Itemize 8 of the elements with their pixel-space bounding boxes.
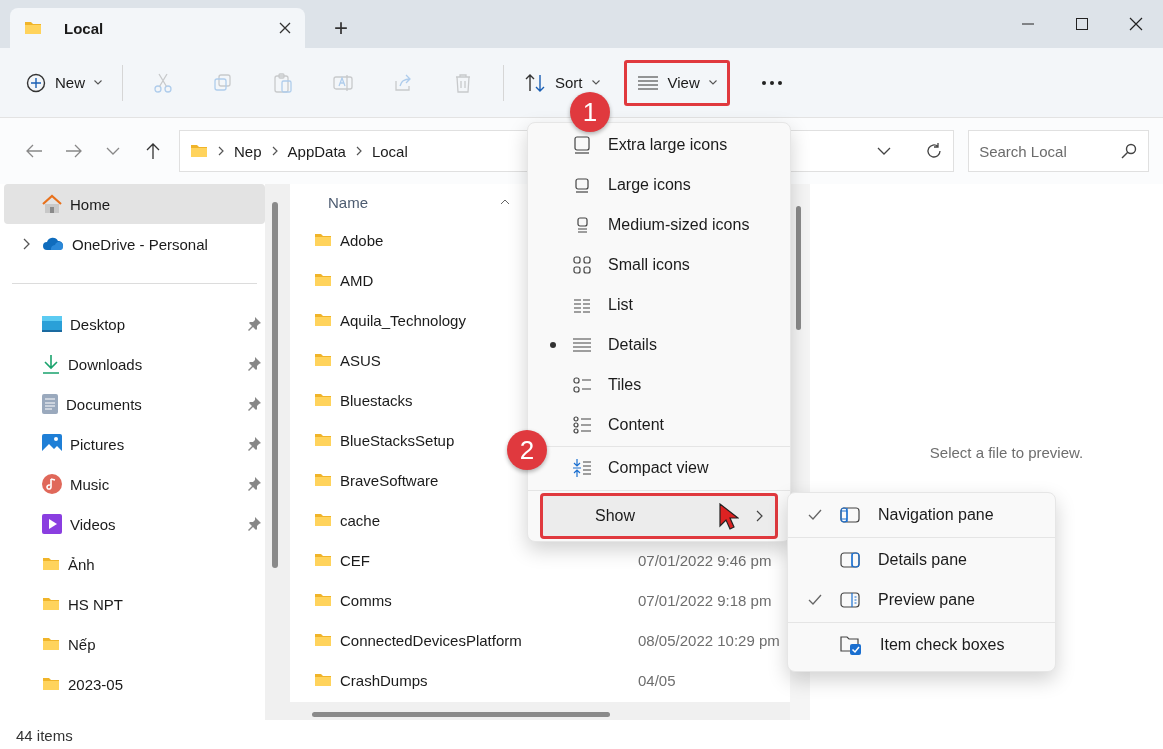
item-count: 44 items: [16, 726, 73, 744]
date-cell: 07/01/2022 9:18 pm: [638, 591, 772, 609]
preview-message: Select a file to preview.: [929, 443, 1084, 461]
step-badge: 2: [507, 430, 547, 470]
tab-title: Local: [64, 19, 105, 37]
date-cell: 08/05/2022 10:29 pm: [638, 631, 780, 649]
date-cell: 04/05: [638, 671, 676, 689]
date-cell: 07/01/2022 9:46 pm: [638, 551, 772, 569]
